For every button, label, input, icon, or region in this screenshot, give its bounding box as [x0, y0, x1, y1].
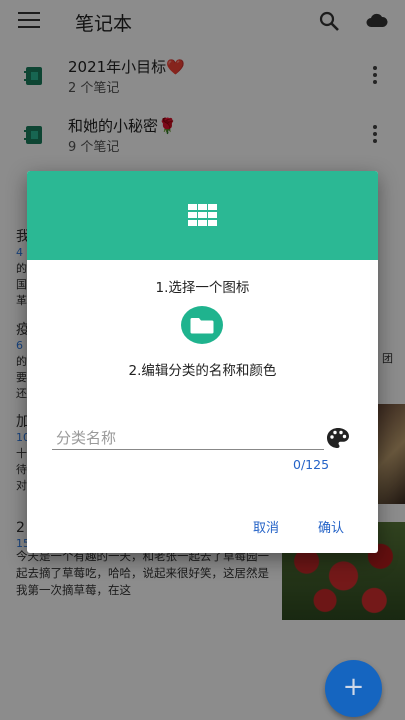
character-counter: 0/125	[293, 457, 330, 472]
confirm-button[interactable]: 确认	[318, 517, 344, 536]
new-category-dialog: 1.选择一个图标 2.编辑分类的名称和颜色 0/125 取消 确认	[27, 171, 378, 553]
plus-icon: +	[342, 672, 365, 702]
category-name-input[interactable]	[52, 426, 324, 450]
cancel-button[interactable]: 取消	[253, 517, 279, 536]
dialog-header	[27, 171, 378, 260]
folder-icon	[190, 318, 214, 334]
step-one-label: 1.选择一个图标	[155, 280, 250, 296]
grid-icon	[188, 204, 218, 226]
add-note-button[interactable]: +	[325, 660, 382, 717]
step-two-label: 2.编辑分类的名称和颜色	[128, 363, 277, 379]
palette-icon[interactable]	[326, 427, 350, 449]
icon-picker-button[interactable]	[181, 306, 223, 344]
